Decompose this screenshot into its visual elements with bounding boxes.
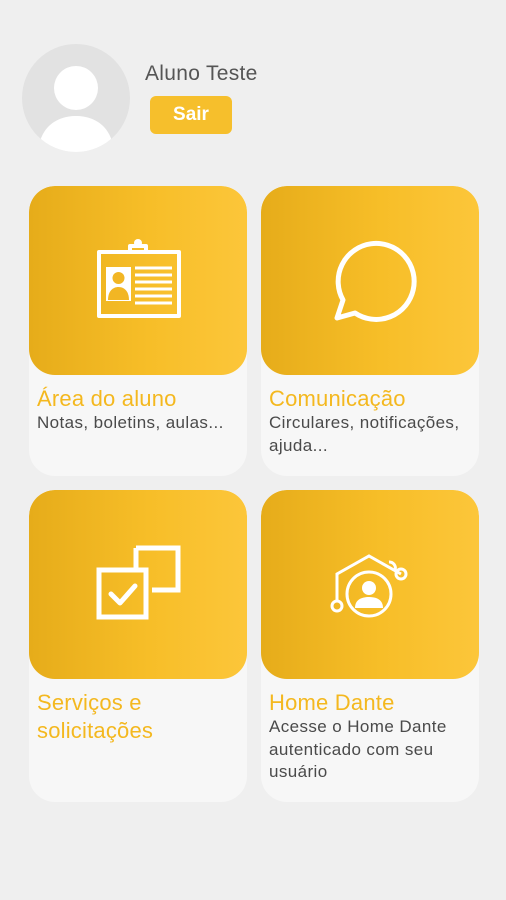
student-id-card-icon xyxy=(97,239,181,318)
card-description: Circulares, notificações, ajuda... xyxy=(269,413,460,455)
card-banner xyxy=(29,186,247,375)
card-banner xyxy=(261,490,479,679)
card-banner xyxy=(261,186,479,375)
chat-bubble-icon xyxy=(334,240,417,322)
menu-card-area-do-aluno[interactable]: Área do aluno Notas, boletins, aulas... xyxy=(29,186,247,476)
card-title: Home Dante xyxy=(269,690,395,715)
menu-card-servicos-e-solicitacoes[interactable]: Serviços e solicitações xyxy=(29,490,247,802)
card-description: Acesse o Home Dante autenticado com seu … xyxy=(269,717,447,781)
avatar xyxy=(22,44,130,152)
user-placeholder-icon xyxy=(38,66,114,152)
card-title: Área do aluno xyxy=(37,386,177,411)
card-banner xyxy=(29,490,247,679)
profile-header: Aluno Teste Sair xyxy=(0,0,506,170)
card-title: Serviços e solicitações xyxy=(37,690,154,743)
user-name: Aluno Teste xyxy=(145,62,258,85)
card-description: Notas, boletins, aulas... xyxy=(37,413,224,432)
logout-button[interactable]: Sair xyxy=(150,96,232,134)
menu-card-comunicacao[interactable]: Comunicação Circulares, notificações, aj… xyxy=(261,186,479,476)
checkbox-squares-icon xyxy=(96,545,181,620)
card-title: Comunicação xyxy=(269,386,406,411)
user-network-icon xyxy=(330,554,408,618)
menu-card-home-dante[interactable]: Home Dante Acesse o Home Dante autentica… xyxy=(261,490,479,802)
